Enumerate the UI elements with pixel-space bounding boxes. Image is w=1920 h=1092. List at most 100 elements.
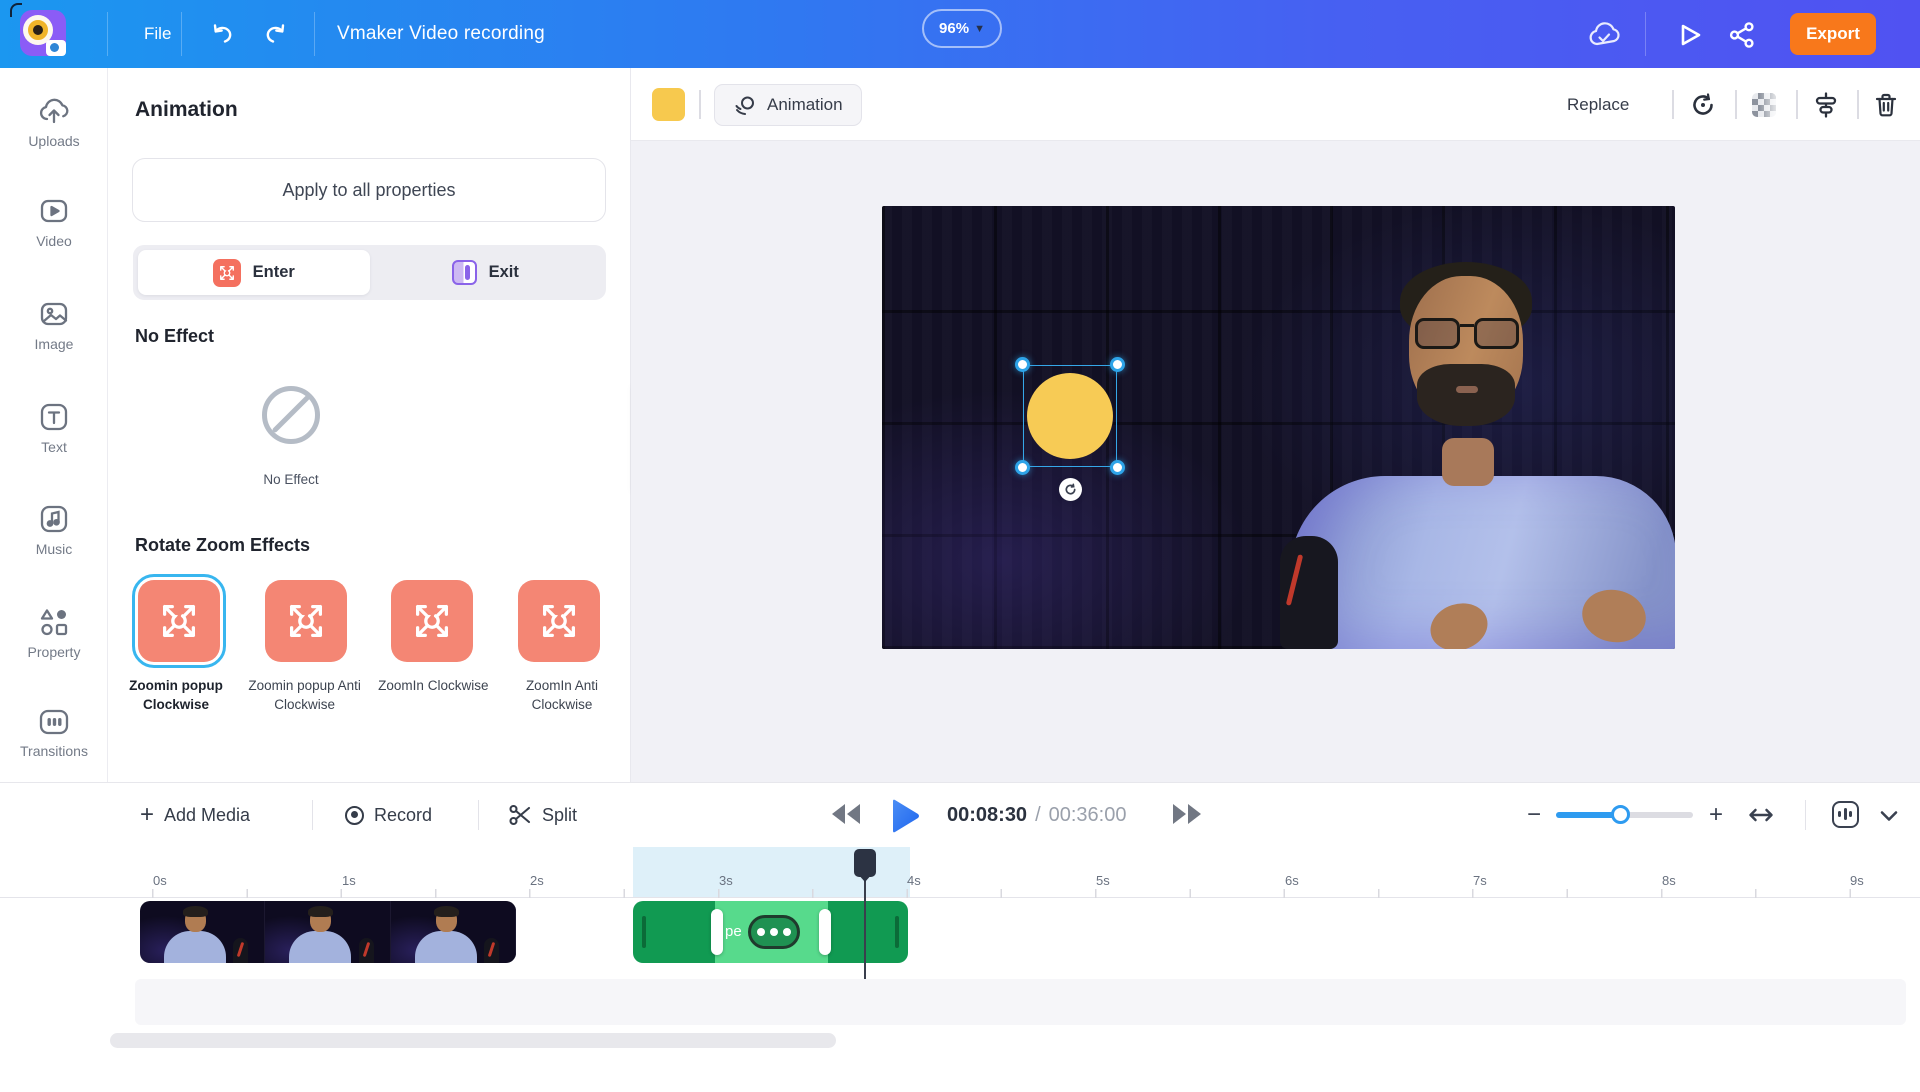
effect-zoomin-popup-anti-clockwise[interactable] — [259, 574, 353, 668]
split-button[interactable]: Split — [508, 783, 577, 847]
clip-more-options[interactable] — [748, 915, 800, 949]
ruler-label: 3s — [719, 873, 733, 888]
canvas-area: Animation Replace — [631, 68, 1920, 782]
scissors-icon — [509, 804, 531, 826]
play-button[interactable] — [885, 797, 923, 835]
trim-handle-left[interactable] — [711, 909, 723, 955]
preview-play-button[interactable] — [1672, 17, 1708, 53]
reset-rotation-button[interactable] — [1686, 88, 1720, 122]
sidebar-item-label: Uploads — [28, 133, 80, 149]
timeline-panel: + Add Media Record Split 00:08:30 / 00:3… — [0, 782, 1920, 1092]
sidebar-item-music[interactable]: Music — [0, 504, 108, 559]
sidebar-item-video[interactable]: Video — [0, 196, 108, 251]
sidebar-item-text[interactable]: Text — [0, 402, 108, 457]
effect-tiles-row — [132, 574, 606, 668]
effect-zoomin-popup-clockwise[interactable] — [132, 574, 226, 668]
export-button[interactable]: Export — [1790, 13, 1876, 55]
document-title[interactable]: Vmaker Video recording — [337, 0, 545, 68]
animation-panel: Animation Apply to all properties Enter … — [108, 68, 631, 782]
timeline-ruler[interactable]: 0s 1s 2s 3s 4s 5s 6s 7s 8s 9s — [0, 847, 1920, 898]
timeline-zoom-out-button[interactable]: − — [1516, 797, 1552, 833]
sidebar-item-uploads[interactable]: Uploads — [0, 96, 108, 151]
ruler-label: 1s — [342, 873, 356, 888]
record-icon — [345, 805, 364, 825]
enter-exit-toggle: Enter Exit — [133, 245, 606, 300]
zoom-rotate-effect-icon — [138, 580, 220, 662]
timeline-horizontal-scrollbar[interactable] — [110, 1033, 836, 1048]
selected-element-clip[interactable]: pe — [633, 901, 908, 963]
left-sidebar: Uploads Video Image Text Music Property … — [0, 68, 108, 782]
share-button[interactable] — [1724, 17, 1760, 53]
effect-zoomin-anti-clockwise[interactable] — [512, 574, 606, 668]
clip-thumbnail — [390, 901, 516, 963]
record-label: Record — [374, 804, 433, 825]
file-menu[interactable]: File — [122, 0, 193, 68]
dot-icon — [757, 928, 765, 936]
timeline-collapse-button[interactable] — [1876, 803, 1902, 829]
trim-handle-right[interactable] — [819, 909, 831, 955]
resize-handle-top-right[interactable] — [1110, 357, 1125, 372]
ruler-ticks — [152, 889, 1912, 898]
replace-button[interactable]: Replace — [1567, 84, 1629, 126]
rewind-icon — [847, 804, 860, 824]
rewind-icon — [832, 804, 845, 824]
sidebar-item-label: Music — [35, 541, 73, 557]
cloud-sync-button[interactable] — [1586, 17, 1622, 53]
transparency-button[interactable] — [1747, 88, 1781, 122]
rotate-handle[interactable] — [1059, 478, 1082, 501]
fast-forward-button[interactable] — [1173, 804, 1201, 824]
sidebar-item-property[interactable]: Property — [0, 607, 108, 662]
apply-to-all-properties-button[interactable]: Apply to all properties — [132, 158, 606, 222]
enter-tab[interactable]: Enter — [138, 250, 370, 295]
record-button[interactable]: Record — [345, 783, 432, 847]
resize-handle-bottom-left[interactable] — [1015, 460, 1030, 475]
sidebar-item-image[interactable]: Image — [0, 299, 108, 354]
no-effect-option[interactable]: No Effect — [235, 386, 347, 487]
image-icon — [40, 302, 68, 326]
zoom-rotate-effect-icon — [391, 580, 474, 662]
animation-toolbar-button[interactable]: Animation — [714, 84, 862, 126]
current-time: 00:08:30 — [947, 803, 1028, 826]
timeline-zoom-in-button[interactable]: + — [1698, 797, 1734, 833]
ruler-label: 9s — [1850, 873, 1864, 888]
vmaker-logo-icon[interactable] — [10, 3, 66, 56]
ruler-label: 2s — [530, 873, 544, 888]
zoom-rotate-effect-icon — [517, 580, 600, 662]
resize-handle-bottom-right[interactable] — [1110, 460, 1125, 475]
effect-zoomin-clockwise[interactable] — [385, 574, 479, 668]
add-media-button[interactable]: + Add Media — [140, 783, 250, 847]
undo-button[interactable] — [200, 0, 244, 68]
track-options-button[interactable] — [1828, 797, 1862, 831]
video-clip[interactable] — [140, 901, 516, 963]
topbar-divider — [314, 12, 315, 56]
playhead-marker[interactable] — [854, 849, 876, 882]
exit-tab[interactable]: Exit — [370, 250, 602, 295]
align-button[interactable] — [1809, 88, 1843, 122]
sidebar-item-transitions[interactable]: Transitions — [0, 708, 108, 761]
fill-color-swatch[interactable] — [652, 88, 685, 121]
horizontal-expand-icon — [1749, 808, 1773, 822]
clip-trim-mark — [642, 916, 646, 948]
exit-effect-icon — [451, 260, 477, 285]
delete-button[interactable] — [1869, 88, 1903, 122]
play-icon — [893, 799, 919, 833]
rewind-button[interactable] — [832, 804, 860, 824]
timeline-track-2[interactable] — [135, 979, 1906, 1025]
top-bar: File Vmaker Video recording 96% ▼ Export — [0, 0, 1920, 68]
resize-handle-top-left[interactable] — [1015, 357, 1030, 372]
canvas-zoom-dropdown[interactable]: 96% ▼ — [922, 9, 1002, 48]
redo-button[interactable] — [254, 0, 298, 68]
timeline-zoom-slider[interactable] — [1556, 805, 1693, 824]
redo-icon — [266, 24, 285, 43]
slider-thumb[interactable] — [1611, 805, 1630, 824]
music-icon — [40, 505, 68, 533]
toolbar-divider — [1857, 90, 1859, 119]
no-effect-label: No Effect — [263, 472, 319, 487]
effect-labels-row: Zoomin popup Clockwise Zoomin popup Anti… — [116, 676, 622, 714]
video-preview[interactable] — [882, 206, 1675, 649]
logo-lens — [28, 20, 48, 40]
fit-timeline-button[interactable] — [1744, 799, 1778, 831]
logo-camera-icon — [46, 40, 66, 56]
exit-tab-label: Exit — [488, 263, 519, 281]
timeline-track-1: pe — [0, 901, 1920, 963]
